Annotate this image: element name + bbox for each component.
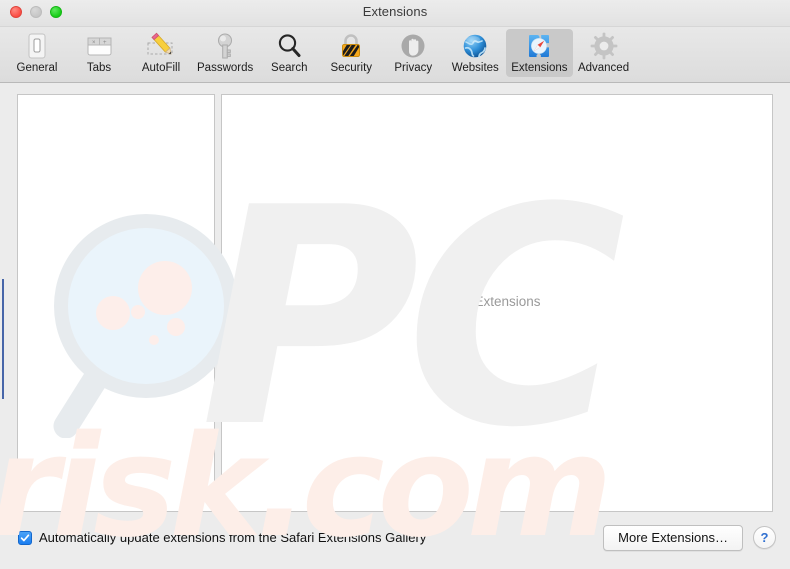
tab-passwords-label: Passwords bbox=[197, 62, 254, 74]
passwords-icon bbox=[208, 31, 242, 61]
tab-tabs-label: Tabs bbox=[86, 62, 112, 74]
tab-privacy[interactable]: Privacy bbox=[382, 29, 444, 77]
advanced-icon bbox=[587, 31, 621, 61]
extensions-icon bbox=[522, 31, 556, 61]
auto-update-row[interactable]: Automatically update extensions from the… bbox=[18, 530, 426, 545]
extensions-panes: No Extensions bbox=[17, 94, 773, 512]
tab-privacy-label: Privacy bbox=[394, 62, 433, 74]
svg-text:+: + bbox=[103, 40, 107, 46]
left-edge-scroll-indicator[interactable] bbox=[2, 279, 4, 399]
websites-icon bbox=[458, 31, 492, 61]
general-icon bbox=[20, 31, 54, 61]
extensions-list-pane[interactable] bbox=[17, 94, 215, 512]
svg-text:×: × bbox=[92, 40, 96, 46]
autofill-icon bbox=[144, 31, 178, 61]
tab-websites-label: Websites bbox=[451, 62, 499, 74]
tab-extensions[interactable]: Extensions bbox=[506, 29, 573, 77]
tab-advanced-label: Advanced bbox=[577, 62, 630, 74]
checkmark-icon bbox=[20, 533, 30, 541]
tab-advanced[interactable]: Advanced bbox=[573, 29, 635, 77]
footer-bar: Automatically update extensions from the… bbox=[0, 514, 790, 561]
auto-update-checkbox[interactable] bbox=[18, 530, 32, 545]
tab-websites[interactable]: Websites bbox=[444, 29, 506, 77]
auto-update-label: Automatically update extensions from the… bbox=[39, 530, 427, 545]
tab-search-label: Search bbox=[271, 62, 308, 74]
tab-search[interactable]: Search bbox=[258, 29, 320, 77]
help-button[interactable]: ? bbox=[753, 526, 776, 549]
tabs-icon: × + bbox=[82, 31, 116, 61]
more-extensions-button[interactable]: More Extensions… bbox=[603, 524, 743, 551]
security-icon bbox=[334, 31, 368, 61]
privacy-icon bbox=[396, 31, 430, 61]
tab-general-label: General bbox=[16, 62, 58, 74]
safari-preferences-window: Extensions General × + Tabs AutoFill Pas… bbox=[0, 0, 790, 561]
tab-extensions-label: Extensions bbox=[511, 62, 568, 74]
tab-passwords[interactable]: Passwords bbox=[192, 29, 258, 77]
preferences-toolbar: General × + Tabs AutoFill Passwords Sear… bbox=[0, 27, 790, 83]
search-icon bbox=[272, 31, 306, 61]
tab-security[interactable]: Security bbox=[320, 29, 382, 77]
extension-detail-pane: No Extensions bbox=[221, 94, 773, 512]
extensions-content: No Extensions PC risk.com bbox=[0, 83, 790, 558]
tab-security-label: Security bbox=[330, 62, 373, 74]
no-extensions-message: No Extensions bbox=[453, 293, 541, 309]
window-title: Extensions bbox=[362, 4, 428, 19]
title-bar: Extensions bbox=[0, 0, 790, 27]
tab-general[interactable]: General bbox=[6, 29, 68, 77]
tab-tabs[interactable]: × + Tabs bbox=[68, 29, 130, 77]
tab-autofill[interactable]: AutoFill bbox=[130, 29, 192, 77]
tab-autofill-label: AutoFill bbox=[141, 62, 181, 74]
